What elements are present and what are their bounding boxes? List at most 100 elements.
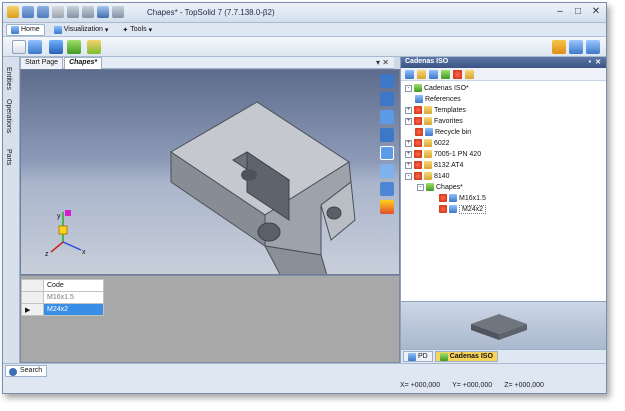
table-row[interactable]: M16x1.5: [21, 291, 104, 304]
maximize-icon[interactable]: □: [572, 6, 584, 17]
row-indicator: [21, 291, 44, 304]
search-view-icon[interactable]: [380, 164, 394, 178]
palette-icon[interactable]: [49, 40, 63, 54]
table-row[interactable]: ▶ M24x2: [21, 303, 104, 316]
tab-start-page[interactable]: Start Page: [20, 57, 64, 69]
tab-chapes[interactable]: Chapes*: [64, 57, 103, 69]
zoom-window-icon[interactable]: [380, 110, 394, 124]
tab-parts[interactable]: Parts: [5, 149, 12, 165]
tree-node-label: Chapes*: [436, 183, 463, 191]
quick-access-toolbar: [7, 6, 124, 18]
tree-node[interactable]: References: [415, 94, 461, 104]
minimize-icon[interactable]: –: [554, 6, 566, 17]
pan-icon[interactable]: [380, 74, 394, 88]
search-button[interactable]: Search: [5, 365, 48, 377]
tree-node-label: Favorites: [434, 117, 463, 125]
3d-viewport[interactable]: y x z: [20, 69, 400, 275]
cadenas-panel: Cadenas ISO •✕ - Cadenas ISO* References …: [400, 57, 606, 363]
tree-node[interactable]: + Favorites: [405, 116, 463, 126]
expand-icon[interactable]: +: [405, 150, 412, 158]
folder-icon: [424, 106, 432, 114]
column-header-code[interactable]: Code: [43, 279, 104, 292]
node-icon: [414, 139, 422, 147]
search-icon: [9, 368, 17, 376]
expand-icon[interactable]: +: [405, 106, 412, 114]
new-document-icon[interactable]: [12, 40, 26, 54]
axis-z-label: z: [45, 251, 49, 258]
coord-z: Z= +000,000: [504, 382, 544, 389]
tree-node[interactable]: M16x1.5: [439, 193, 486, 203]
collapse-icon[interactable]: -: [417, 183, 424, 191]
panel-toolbar: [401, 68, 606, 81]
tree-node[interactable]: +8132 AT4: [405, 160, 463, 170]
node-icon: [414, 161, 422, 169]
view-cube-icon[interactable]: [380, 182, 394, 196]
app-menu-icon[interactable]: [7, 6, 19, 18]
code-cell[interactable]: M24x2: [43, 303, 104, 316]
expand-icon[interactable]: +: [405, 117, 412, 125]
tab-operations[interactable]: Operations: [5, 99, 12, 133]
tree-node[interactable]: + Templates: [405, 105, 466, 115]
node-icon: [439, 194, 447, 202]
save-all-icon[interactable]: [37, 6, 49, 18]
rotate-icon[interactable]: [380, 92, 394, 106]
open-icon[interactable]: [28, 40, 42, 54]
flag-icon[interactable]: [453, 70, 462, 79]
tree-node-root[interactable]: - Cadenas ISO*: [405, 83, 469, 93]
tree-view-icon[interactable]: [405, 70, 414, 79]
redo-icon[interactable]: [82, 6, 94, 18]
tree-node[interactable]: - 8140: [405, 171, 450, 181]
fit-view-icon[interactable]: [380, 146, 394, 160]
folder-icon: [424, 150, 432, 158]
assembly-icon[interactable]: [87, 40, 101, 54]
tree-node-label: M24x2: [459, 204, 487, 214]
collapse-icon[interactable]: -: [405, 84, 412, 92]
close-icon[interactable]: ✕: [590, 6, 602, 17]
chain-icon[interactable]: [569, 40, 583, 54]
folder-icon: [424, 117, 432, 125]
tree-node[interactable]: - Chapes*: [417, 182, 463, 192]
dropdown-icon[interactable]: ▾: [376, 58, 380, 67]
tree-node[interactable]: +7005-1 PN 420: [405, 149, 481, 159]
save-icon[interactable]: [22, 6, 34, 18]
tab-tools[interactable]: ✦ Tools ▾: [117, 24, 157, 36]
print-icon[interactable]: [52, 6, 64, 18]
preview-pane: [401, 301, 606, 349]
close-document-icon[interactable]: ✕: [382, 58, 389, 67]
tab-cadenas-iso[interactable]: Cadenas ISO: [434, 351, 498, 362]
tab-pd[interactable]: PD: [403, 351, 433, 362]
render-mode-icon[interactable]: [380, 200, 394, 214]
search-label: Search: [20, 367, 43, 374]
warning-icon[interactable]: [465, 70, 474, 79]
folder-icon[interactable]: [417, 70, 426, 79]
tab-entities[interactable]: Entities: [5, 67, 12, 90]
material-icon[interactable]: [67, 40, 81, 54]
tree-node-label: 7005-1 PN 420: [434, 150, 482, 158]
code-cell[interactable]: M16x1.5: [43, 291, 104, 304]
code-table: Code M16x1.5 ▶ M24x2: [21, 279, 104, 316]
refresh-icon[interactable]: [112, 6, 124, 18]
tab-home[interactable]: Home: [6, 23, 45, 36]
expand-icon[interactable]: +: [405, 139, 412, 147]
collapse-icon[interactable]: -: [405, 172, 412, 180]
filter-icon[interactable]: [441, 70, 450, 79]
constraint-icon[interactable]: [586, 40, 600, 54]
layers-icon[interactable]: [429, 70, 438, 79]
zoom-icon[interactable]: [380, 128, 394, 142]
expand-icon[interactable]: +: [405, 161, 412, 169]
family-code-icon: [449, 194, 457, 202]
part-render: y x z: [45, 101, 356, 274]
panel-controls: •✕: [589, 58, 605, 66]
link-icon[interactable]: [552, 40, 566, 54]
undo-icon[interactable]: [67, 6, 79, 18]
tab-visualization[interactable]: Visualization ▾: [49, 24, 114, 36]
tree-node-label: 8140: [434, 172, 450, 180]
tree-node[interactable]: Recycle bin: [415, 127, 471, 137]
tree-node-selected[interactable]: M24x2: [439, 204, 487, 214]
coordinates-readout: X= +000,000 Y= +000,000 Z= +000,000: [400, 382, 544, 389]
close-panel-icon[interactable]: ✕: [595, 59, 605, 66]
document-icon: [426, 183, 434, 191]
tree-node[interactable]: +6022: [405, 138, 450, 148]
tree-node-label: References: [425, 95, 461, 103]
edit-icon[interactable]: [97, 6, 109, 18]
